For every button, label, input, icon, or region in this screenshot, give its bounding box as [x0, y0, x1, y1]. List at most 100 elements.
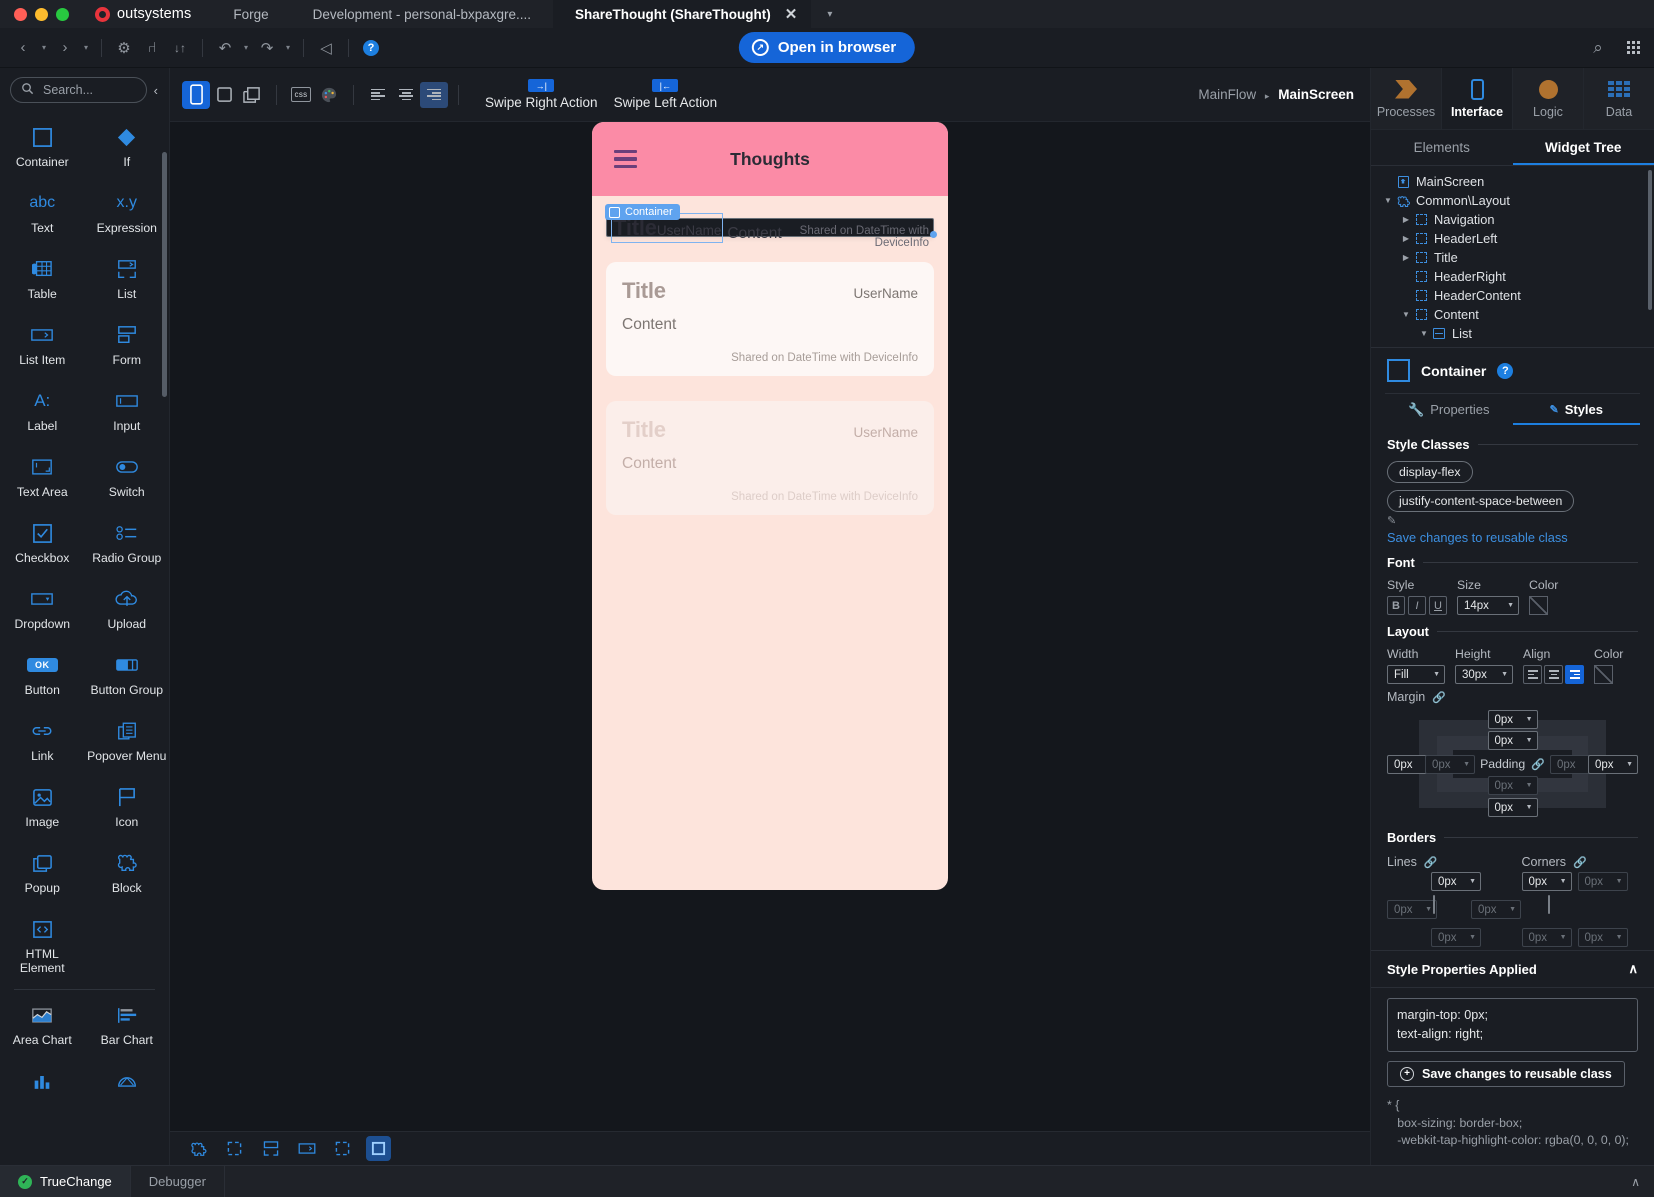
- placeholder-scope-icon[interactable]: [222, 1136, 247, 1161]
- swipe-left-action-button[interactable]: |← Swipe Left Action: [614, 79, 717, 110]
- widget-text[interactable]: abc Text: [0, 182, 85, 248]
- minimize-window-button[interactable]: [35, 7, 48, 21]
- line-left-select[interactable]: 0px ▼: [1387, 900, 1437, 919]
- widget-html-element[interactable]: HTML Element: [0, 908, 85, 983]
- undo-icon[interactable]: ↶: [212, 35, 238, 61]
- align-left-button[interactable]: [1523, 665, 1542, 684]
- underline-button[interactable]: U: [1429, 596, 1447, 615]
- widget-popup[interactable]: Popup: [0, 842, 85, 908]
- widget-expression[interactable]: x.y Expression: [85, 182, 170, 248]
- widget-container[interactable]: Container: [0, 116, 85, 182]
- widget-form[interactable]: Form: [85, 314, 170, 380]
- widget-tree-scrollbar[interactable]: [1648, 170, 1652, 310]
- font-size-select[interactable]: 14px ▼: [1457, 596, 1519, 615]
- tree-item-mainscreen[interactable]: MainScreen: [1371, 172, 1654, 191]
- widget-button[interactable]: OK Button: [0, 644, 85, 710]
- link-lines-icon[interactable]: 🔗: [1424, 856, 1438, 869]
- widget-input[interactable]: Input: [85, 380, 170, 446]
- align-right-button[interactable]: [1565, 665, 1584, 684]
- tree-item-common-layout[interactable]: ▼ Common\Layout: [1371, 191, 1654, 210]
- css-button[interactable]: css: [287, 81, 315, 109]
- layout-scope-icon[interactable]: [258, 1136, 283, 1161]
- forward-icon[interactable]: ›: [52, 35, 78, 61]
- tree-item-content[interactable]: ▼ Content: [1371, 305, 1654, 324]
- edit-classes-icon[interactable]: ✎: [1371, 512, 1654, 527]
- tab-overflow-button[interactable]: ▾: [811, 0, 848, 28]
- tree-item-title[interactable]: ▶ Title: [1371, 248, 1654, 267]
- twisty-open-icon[interactable]: ▼: [1399, 310, 1413, 319]
- collapse-toolbox-icon[interactable]: ‹: [151, 83, 161, 98]
- widget-if[interactable]: If: [85, 116, 170, 182]
- swipe-right-action-button[interactable]: →| Swipe Right Action: [485, 79, 598, 110]
- margin-bottom-select[interactable]: 0px ▼: [1487, 798, 1538, 817]
- widget-block[interactable]: Block: [85, 842, 170, 908]
- redo-chevron-down-icon[interactable]: ▾: [282, 35, 294, 61]
- widget-button-group[interactable]: Button Group: [85, 644, 170, 710]
- widget-upload[interactable]: Upload: [85, 578, 170, 644]
- help-icon[interactable]: ?: [1497, 362, 1514, 379]
- align-right-button[interactable]: [420, 81, 448, 108]
- widget-pie-chart[interactable]: [85, 1060, 170, 1101]
- widget-image[interactable]: Image: [0, 776, 85, 842]
- align-left-button[interactable]: [364, 82, 392, 108]
- subtab-widget-tree[interactable]: Widget Tree: [1513, 130, 1654, 165]
- widget-radio-group[interactable]: Radio Group: [85, 512, 170, 578]
- widget-list[interactable]: List: [85, 248, 170, 314]
- twisty-open-icon[interactable]: ▼: [1417, 329, 1431, 338]
- tab-processes[interactable]: Processes: [1371, 68, 1442, 129]
- hamburger-icon[interactable]: [614, 150, 637, 168]
- widget-area-chart[interactable]: Area Chart: [0, 994, 85, 1060]
- twisty-closed-icon[interactable]: ▶: [1399, 234, 1413, 243]
- save-reusable-class-button[interactable]: + Save changes to reusable class: [1387, 1060, 1625, 1087]
- search-input[interactable]: [41, 82, 136, 98]
- phone-view-button[interactable]: [182, 80, 210, 109]
- statusbar-collapse-button[interactable]: ∧: [1631, 1166, 1640, 1197]
- placeholder2-scope-icon[interactable]: [330, 1136, 355, 1161]
- tree-item-headerleft[interactable]: ▶ HeaderLeft: [1371, 229, 1654, 248]
- italic-button[interactable]: I: [1408, 596, 1426, 615]
- line-bottom-select[interactable]: 0px ▼: [1431, 928, 1481, 947]
- corner-br-select[interactable]: 0px ▼: [1577, 928, 1628, 947]
- gear-icon[interactable]: ⚙: [111, 35, 137, 61]
- link-corners-icon[interactable]: 🔗: [1573, 856, 1587, 869]
- search-box[interactable]: [10, 77, 147, 103]
- toolbox-scrollbar[interactable]: [162, 152, 167, 397]
- link-margins-icon[interactable]: 🔗: [1432, 691, 1446, 704]
- link-paddings-icon[interactable]: 🔗: [1531, 758, 1545, 771]
- container-scope-icon[interactable]: [366, 1136, 391, 1161]
- style-class-chip[interactable]: justify-content-space-between: [1387, 490, 1575, 512]
- help-button[interactable]: ?: [358, 35, 384, 61]
- plug-icon[interactable]: ⑁: [139, 35, 165, 61]
- widget-popover-menu[interactable]: Popover Menu: [85, 710, 170, 776]
- style-properties-applied-header[interactable]: Style Properties Applied ∧: [1371, 950, 1654, 988]
- widget-bar-chart[interactable]: Bar Chart: [85, 994, 170, 1060]
- listitem-scope-icon[interactable]: [294, 1136, 319, 1161]
- tab-sharethought[interactable]: ShareThought (ShareThought) ✕: [553, 0, 812, 28]
- back-icon[interactable]: ‹: [10, 35, 36, 61]
- tab-forge[interactable]: Forge: [211, 0, 290, 28]
- collapse-chevron-up-icon[interactable]: ∧: [1628, 961, 1638, 977]
- background-color-swatch[interactable]: [1594, 665, 1613, 684]
- thought-card[interactable]: Container Title UserName Content Shared …: [605, 204, 937, 249]
- breadcrumb-parent[interactable]: MainFlow: [1198, 87, 1256, 102]
- width-select[interactable]: Fill ▼: [1387, 665, 1445, 684]
- widget-text-area[interactable]: Text Area: [0, 446, 85, 512]
- megaphone-icon[interactable]: ◁: [313, 35, 339, 61]
- subtab-elements[interactable]: Elements: [1371, 130, 1513, 165]
- maximize-window-button[interactable]: [56, 7, 69, 21]
- tree-item-navigation[interactable]: ▶ Navigation: [1371, 210, 1654, 229]
- save-reusable-class-link[interactable]: Save changes to reusable class: [1371, 527, 1654, 551]
- forward-history-chevron-down-icon[interactable]: ▾: [80, 35, 92, 61]
- thought-card[interactable]: Title UserName Content Shared on DateTim…: [606, 262, 934, 376]
- debugger-tab[interactable]: Debugger: [131, 1166, 225, 1197]
- margin-top-select[interactable]: 0px ▼: [1487, 710, 1538, 729]
- twisty-closed-icon[interactable]: ▶: [1399, 215, 1413, 224]
- widget-table[interactable]: Table: [0, 248, 85, 314]
- tab-development-environment[interactable]: Development - personal-bxpaxgre....: [291, 0, 553, 28]
- widget-label[interactable]: A: Label: [0, 380, 85, 446]
- tree-item-headerright[interactable]: HeaderRight: [1371, 267, 1654, 286]
- font-color-swatch[interactable]: [1529, 596, 1548, 615]
- height-select[interactable]: 30px ▼: [1455, 665, 1513, 684]
- widget-icon[interactable]: Icon: [85, 776, 170, 842]
- widget-checkbox[interactable]: Checkbox: [0, 512, 85, 578]
